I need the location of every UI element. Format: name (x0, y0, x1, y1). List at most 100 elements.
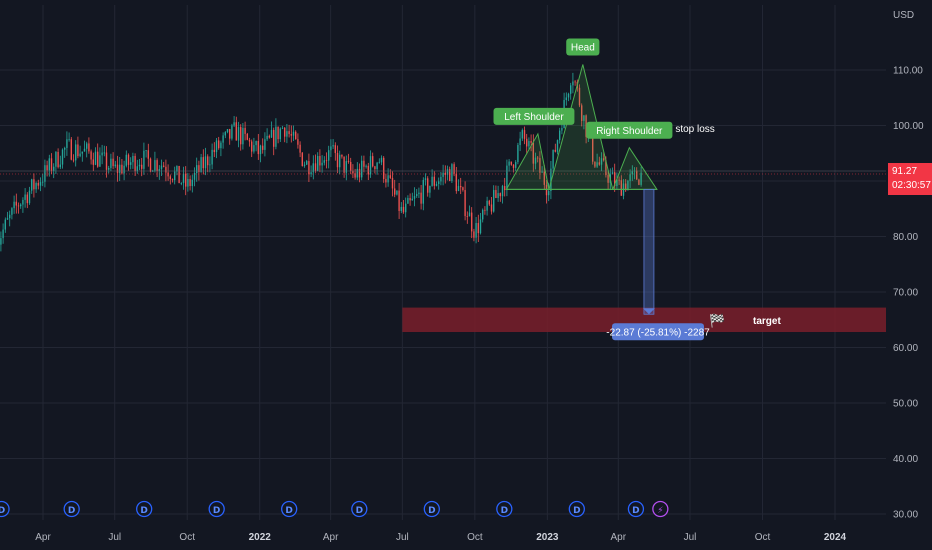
candle-body (512, 164, 515, 168)
candle-body (475, 223, 477, 238)
candle-body (567, 93, 570, 98)
candle-body (407, 198, 409, 204)
x-tick-label: Apr (35, 532, 51, 543)
candle-body (134, 155, 136, 172)
candle-body (521, 130, 524, 139)
candle-body (385, 178, 387, 183)
candle-body (211, 149, 213, 165)
candle-body (2, 229, 4, 239)
candle-body (231, 125, 233, 139)
candle-body (246, 133, 249, 140)
event-marker-label: D (140, 506, 147, 516)
candle-body (530, 141, 532, 143)
candle-body (328, 150, 330, 161)
candle-body (145, 150, 147, 152)
candle-body (61, 149, 64, 165)
projection-range (643, 188, 655, 315)
candle-body (4, 219, 7, 230)
candle-body (64, 147, 66, 150)
candle-body (130, 162, 132, 165)
candle-body (86, 143, 88, 149)
candle-body (361, 160, 363, 178)
candle-body (70, 139, 73, 160)
candle-body (103, 152, 106, 154)
candle-body (332, 145, 334, 147)
candle-body (339, 154, 341, 168)
candle-body (376, 162, 378, 170)
candle-body (380, 157, 383, 163)
x-tick-label: 2024 (824, 532, 847, 543)
candle-body (323, 160, 326, 163)
candle-body (105, 152, 108, 170)
candle-body (262, 145, 264, 150)
candle-body (213, 149, 216, 153)
x-tick-label: Oct (467, 532, 483, 543)
candle-body (88, 143, 90, 152)
candle-body (471, 212, 473, 232)
candle-body (79, 153, 81, 157)
projection-label: -22.87 (-25.81%) -2287 (606, 327, 710, 338)
last-price-value: 91.27 (892, 166, 917, 177)
candle-body (301, 152, 304, 166)
event-marker-label: ⚡ (657, 506, 663, 516)
candle-body (240, 127, 242, 145)
candle-body (418, 192, 420, 195)
candle-body (55, 151, 57, 167)
candle-body (6, 218, 9, 220)
candle-body (519, 138, 521, 146)
candle-body (57, 151, 59, 168)
candle-body (358, 168, 361, 178)
candle-body (196, 165, 198, 173)
candle-body (218, 140, 220, 149)
candle-body (484, 209, 486, 211)
candle-body (53, 166, 55, 172)
candle-body (37, 183, 40, 186)
candle-body (517, 145, 519, 163)
candle-body (391, 177, 394, 189)
candle-body (92, 159, 95, 165)
candle-body (28, 190, 31, 204)
candle-body (121, 164, 123, 174)
candle-body (233, 122, 235, 126)
candle-body (495, 190, 497, 199)
candle-body (523, 130, 526, 139)
stop-loss-label: stop loss (675, 124, 714, 135)
candle-body (248, 139, 251, 142)
candle-body (9, 214, 11, 219)
candle-body (94, 151, 97, 165)
price-chart[interactable]: 110.00100.0090.0080.0070.0060.0050.0040.… (0, 0, 932, 550)
candle-body (400, 206, 403, 211)
candle-body (295, 131, 297, 140)
candle-body (453, 164, 455, 174)
candle-body (255, 141, 257, 146)
annotation-label: Left Shoulder (504, 112, 564, 123)
candle-body (279, 128, 282, 140)
candle-body (416, 194, 418, 196)
candle-body (22, 199, 24, 205)
candle-body (193, 172, 196, 180)
candle-body (97, 151, 99, 167)
candle-body (431, 176, 433, 186)
candle-body (387, 175, 389, 183)
candle-body (435, 184, 438, 186)
checkered-flag-icon: 🏁 (709, 313, 725, 328)
y-tick-label: 60.00 (893, 343, 918, 354)
candle-body (156, 160, 158, 172)
candle-body (477, 223, 480, 234)
candle-body (374, 166, 376, 170)
x-tick-label: 2022 (249, 532, 272, 543)
candle-body (413, 195, 416, 199)
candle-body (303, 164, 306, 166)
x-tick-label: Oct (755, 532, 771, 543)
candle-body (259, 145, 262, 155)
y-tick-label: 110.00 (893, 66, 923, 77)
candle-body (559, 130, 561, 141)
candle-body (554, 149, 557, 152)
event-marker-label: D (285, 506, 292, 516)
candle-body (501, 186, 504, 197)
candle-body (440, 176, 442, 182)
candle-body (110, 158, 112, 168)
candle-body (0, 238, 2, 245)
candle-body (99, 155, 101, 167)
y-tick-label: 40.00 (893, 454, 918, 465)
